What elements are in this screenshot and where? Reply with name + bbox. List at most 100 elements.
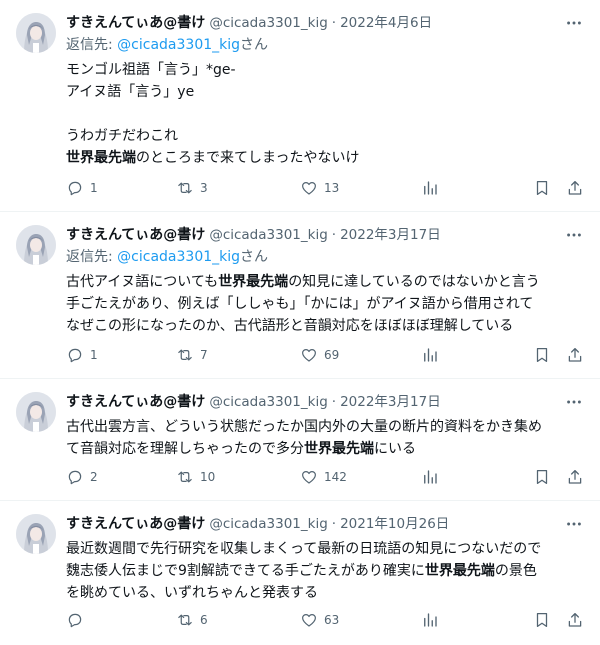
tweet-text: モンゴル祖語「言う」*ge- アイヌ語「言う」ye うわガチだわこれ 世界最先端のとこ… — [66, 59, 584, 169]
more-dots-icon[interactable] — [564, 225, 584, 245]
retweet-icon — [178, 349, 192, 361]
like-button[interactable]: 63 — [300, 611, 339, 629]
text-segment: アイヌ語「言う」ye — [66, 84, 195, 100]
heart-icon — [302, 349, 316, 362]
text-segment: うわガチだわこれ — [66, 128, 178, 144]
author-name[interactable]: すきえんてぃあ@書け — [66, 225, 205, 245]
reply-button[interactable] — [66, 611, 90, 629]
tweet[interactable]: すきえんてぃあ@書け @cicada3301_kig · 2021年10月26日… — [0, 501, 600, 645]
text-segment: モンゴル祖語「言う」*ge- — [66, 62, 236, 78]
reply-button[interactable]: 2 — [66, 468, 98, 486]
tweet-date[interactable]: 2022年4月6日 — [340, 13, 432, 33]
separator-dot: · — [331, 227, 337, 243]
reply-button[interactable]: 1 — [66, 346, 98, 364]
avatar[interactable] — [16, 13, 56, 53]
tweet-text-line — [66, 103, 584, 125]
retweet-button[interactable]: 6 — [176, 611, 208, 629]
share-icon — [568, 347, 582, 362]
views-button[interactable] — [421, 346, 439, 364]
text-segment: なぜこの形になったのか、古代語形と音韻対応をほぼほぼ理解している — [66, 318, 514, 334]
retweet-button[interactable]: 3 — [176, 179, 208, 197]
like-count: 13 — [324, 181, 340, 195]
heart-icon — [302, 471, 316, 484]
author-handle[interactable]: @cicada3301_kig — [209, 13, 327, 33]
share-button[interactable] — [566, 179, 584, 197]
text-segment: て音韻対応を理解しちゃったので多分 — [66, 441, 304, 457]
retweet-button[interactable]: 7 — [176, 346, 208, 364]
text-segment: を眺めている、いずれちゃんと発表する — [66, 585, 318, 601]
share-button[interactable] — [566, 468, 584, 486]
views-chart-icon — [424, 470, 437, 484]
retweet-icon — [178, 471, 192, 483]
author-handle[interactable]: @cicada3301_kig — [209, 514, 327, 534]
avatar[interactable] — [16, 514, 56, 554]
separator-dot: · — [331, 394, 337, 410]
bookmark-button[interactable] — [533, 179, 551, 197]
retweet-count: 6 — [200, 613, 208, 627]
reply-to-label: 返信先: — [66, 249, 118, 265]
heart-icon — [302, 614, 316, 627]
reply-count: 1 — [90, 181, 98, 195]
tweet[interactable]: すきえんてぃあ@書け @cicada3301_kig · 2022年3月17日 … — [0, 212, 600, 379]
tweet-actions: 1 3 13 — [66, 178, 584, 198]
views-button[interactable] — [421, 179, 439, 197]
like-count: 69 — [324, 348, 340, 362]
author-name[interactable]: すきえんてぃあ@書け — [66, 392, 205, 412]
retweet-button[interactable]: 10 — [176, 468, 215, 486]
tweet-text-line: 手ごたえがあり、例えば「ししゃも」「かには」がアイヌ語から借用されて — [66, 293, 584, 315]
tweet[interactable]: すきえんてぃあ@書け @cicada3301_kig · 2022年4月6日 返… — [0, 0, 600, 212]
tweet-feed: すきえんてぃあ@書け @cicada3301_kig · 2022年4月6日 返… — [0, 0, 600, 645]
text-segment: のところまで来てしまったやないけ — [136, 150, 360, 166]
text-segment: の知見に達しているのではないかと言う — [288, 274, 540, 290]
more-dots-icon[interactable] — [564, 392, 584, 412]
share-button[interactable] — [566, 611, 584, 629]
reply-to-suffix: さん — [240, 37, 269, 53]
like-button[interactable]: 13 — [300, 179, 339, 197]
views-button[interactable] — [421, 611, 439, 629]
avatar[interactable] — [16, 225, 56, 265]
bookmark-button[interactable] — [533, 611, 551, 629]
reply-to: 返信先: @cicada3301_kigさん — [66, 247, 584, 267]
tweet-date[interactable]: 2022年3月17日 — [340, 225, 441, 245]
tweet[interactable]: すきえんてぃあ@書け @cicada3301_kig · 2022年3月17日 … — [0, 379, 600, 501]
bookmark-button[interactable] — [533, 346, 551, 364]
text-segment: の景色 — [494, 563, 537, 579]
tweet-date[interactable]: 2021年10月26日 — [340, 514, 449, 534]
author-handle[interactable]: @cicada3301_kig — [209, 392, 327, 412]
author-name[interactable]: すきえんてぃあ@書け — [66, 13, 205, 33]
text-segment: 古代出雲方言、どういう状態だったか国内外の大量の断片的資料をかき集め — [66, 419, 542, 435]
like-button[interactable]: 69 — [300, 346, 339, 364]
tweet-text: 古代出雲方言、どういう状態だったか国内外の大量の断片的資料をかき集め て音韻対応を… — [66, 416, 584, 460]
text-segment: 古代アイヌ語についても — [66, 274, 219, 290]
retweet-count: 10 — [200, 470, 216, 484]
like-count: 142 — [324, 470, 347, 484]
views-button[interactable] — [421, 468, 439, 486]
reply-mention-link[interactable]: @cicada3301_kig — [117, 37, 240, 53]
avatar-image — [16, 225, 56, 265]
tweet-text-line: アイヌ語「言う」ye — [66, 81, 584, 103]
reply-bubble-icon — [68, 181, 82, 196]
retweet-icon — [178, 182, 192, 194]
reply-mention-link[interactable]: @cicada3301_kig — [117, 249, 240, 265]
avatar[interactable] — [16, 392, 56, 432]
like-button[interactable]: 142 — [300, 468, 347, 486]
reply-button[interactable]: 1 — [66, 179, 98, 197]
more-dots-icon[interactable] — [564, 514, 584, 534]
avatar-image — [16, 13, 56, 53]
text-segment: にいる — [374, 441, 416, 457]
reply-to-label: 返信先: — [66, 37, 118, 53]
bookmark-icon — [536, 347, 548, 363]
more-dots-icon[interactable] — [564, 13, 584, 33]
reply-bubble-icon — [68, 613, 82, 628]
share-button[interactable] — [566, 346, 584, 364]
text-segment: 魏志倭人伝まじで9割解読できてる手ごたえがあり確実に — [66, 563, 425, 579]
author-name[interactable]: すきえんてぃあ@書け — [66, 514, 205, 534]
tweet-text: 最近数週間で先行研究を収集しまくって最新の日琉語の知見につないだので 魏志倭人伝ま… — [66, 538, 584, 604]
like-count: 63 — [324, 613, 340, 627]
tweet-date[interactable]: 2022年3月17日 — [340, 392, 441, 412]
bookmark-button[interactable] — [533, 468, 551, 486]
retweet-count: 3 — [200, 181, 208, 195]
avatar-image — [16, 392, 56, 432]
highlighted-text: 世界最先端 — [218, 274, 289, 290]
author-handle[interactable]: @cicada3301_kig — [209, 225, 327, 245]
